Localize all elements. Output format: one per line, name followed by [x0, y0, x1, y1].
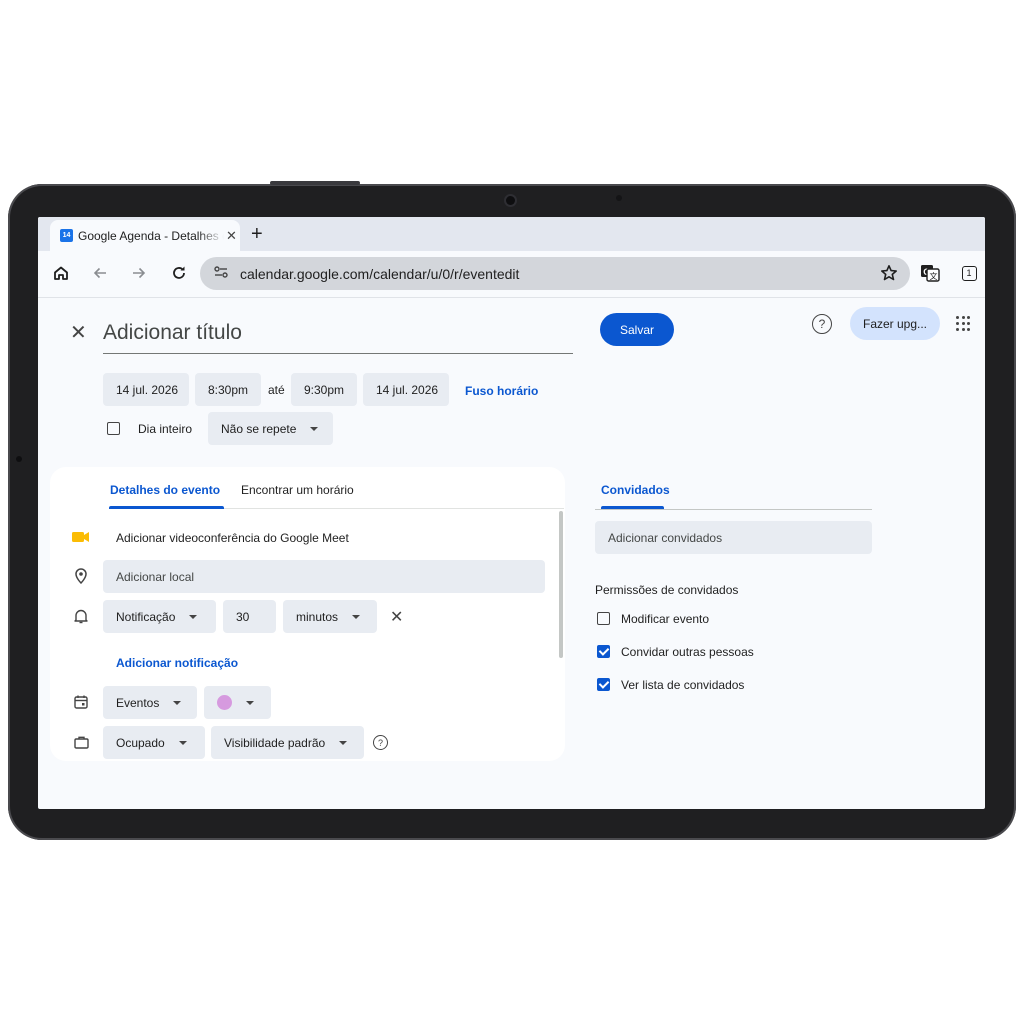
notification-type-dropdown[interactable]: Notificação	[103, 600, 216, 633]
apps-grid-icon[interactable]	[956, 316, 972, 332]
guests-divider	[595, 509, 872, 510]
chevron-down-icon	[173, 700, 182, 705]
url-text: calendar.google.com/calendar/u/0/r/event…	[240, 265, 520, 282]
star-icon[interactable]	[878, 262, 900, 284]
home-icon[interactable]	[50, 262, 72, 284]
active-tab-indicator	[601, 506, 664, 509]
color-dropdown[interactable]	[204, 686, 271, 719]
invite-others-checkbox[interactable]	[597, 645, 610, 658]
calendar-icon	[72, 693, 90, 711]
upgrade-button[interactable]: Fazer upg...	[850, 307, 940, 340]
location-pin-icon	[72, 567, 90, 585]
front-camera	[506, 196, 515, 205]
title-input[interactable]: Adicionar título	[103, 313, 573, 354]
tab-strip: 14 Google Agenda - Detalhes do evento ✕ …	[38, 217, 985, 251]
browser-tab[interactable]: 14 Google Agenda - Detalhes do evento ✕	[50, 220, 240, 251]
chevron-down-icon	[352, 614, 361, 619]
notification-unit-label: minutos	[296, 609, 339, 624]
address-bar[interactable]: calendar.google.com/calendar/u/0/r/event…	[200, 257, 910, 290]
all-day-label: Dia inteiro	[138, 422, 193, 436]
tab-switcher-icon[interactable]: 1	[958, 262, 980, 284]
repeat-label: Não se repete	[221, 421, 297, 436]
chevron-down-icon	[339, 740, 348, 745]
timezone-link[interactable]: Fuso horário	[465, 384, 538, 398]
chevron-down-icon	[178, 740, 187, 745]
save-button[interactable]: Salvar	[600, 313, 674, 346]
scrollbar[interactable]	[559, 511, 563, 658]
help-icon[interactable]: ?	[812, 314, 832, 334]
active-tab-indicator	[109, 506, 224, 509]
light-sensor	[616, 195, 622, 201]
guest-permissions-title: Permissões de convidados	[595, 583, 739, 597]
reload-icon[interactable]	[168, 262, 190, 284]
repeat-dropdown[interactable]: Não se repete	[208, 412, 333, 445]
translate-icon[interactable]: G文	[919, 262, 941, 284]
tab-find-time[interactable]: Encontrar um horário	[241, 483, 354, 497]
close-icon[interactable]: ✕	[70, 320, 87, 345]
add-guests-input[interactable]: Adicionar convidados	[595, 521, 872, 554]
start-date-chip[interactable]: 14 jul. 2026	[103, 373, 189, 406]
see-guest-list-checkbox[interactable]	[597, 678, 610, 691]
event-color-swatch	[217, 695, 232, 710]
video-camera-icon	[72, 528, 90, 546]
briefcase-icon	[72, 733, 90, 751]
notification-type-label: Notificação	[116, 609, 176, 624]
calendar-label: Eventos	[116, 695, 160, 710]
end-time-chip[interactable]: 9:30pm	[291, 373, 357, 406]
calendar-dropdown[interactable]: Eventos	[103, 686, 197, 719]
browser-window: 14 Google Agenda - Detalhes do evento ✕ …	[38, 217, 985, 809]
tab-close-icon[interactable]: ✕	[226, 228, 237, 244]
tab-event-details[interactable]: Detalhes do evento	[110, 483, 220, 497]
end-date-chip[interactable]: 14 jul. 2026	[363, 373, 449, 406]
until-label: até	[268, 383, 285, 397]
power-button	[270, 181, 360, 185]
calendar-favicon-icon: 14	[60, 229, 73, 242]
event-details-card: Detalhes do evento Encontrar um horário …	[50, 467, 565, 761]
modify-event-label: Modificar evento	[621, 612, 710, 626]
tab-count: 1	[961, 265, 977, 281]
forward-icon[interactable]	[128, 262, 150, 284]
help-icon[interactable]: ?	[373, 735, 388, 750]
start-time-chip[interactable]: 8:30pm	[195, 373, 261, 406]
back-icon[interactable]	[89, 262, 111, 284]
chevron-down-icon	[189, 614, 198, 619]
browser-toolbar: calendar.google.com/calendar/u/0/r/event…	[38, 251, 985, 298]
availability-label: Ocupado	[116, 735, 165, 750]
visibility-label: Visibilidade padrão	[224, 735, 326, 750]
site-settings-icon[interactable]	[214, 266, 228, 281]
new-tab-button[interactable]: +	[251, 221, 263, 247]
side-sensor	[16, 456, 22, 462]
notification-value-input[interactable]: 30	[223, 600, 276, 633]
tab-guests[interactable]: Convidados	[601, 483, 670, 497]
modify-event-checkbox[interactable]	[597, 612, 610, 625]
see-guest-list-label: Ver lista de convidados	[621, 678, 745, 692]
bell-icon	[72, 607, 90, 625]
add-notification-link[interactable]: Adicionar notificação	[116, 656, 238, 670]
location-input[interactable]: Adicionar local	[103, 560, 545, 593]
availability-dropdown[interactable]: Ocupado	[103, 726, 205, 759]
invite-others-label: Convidar outras pessoas	[621, 645, 754, 659]
all-day-checkbox[interactable]	[107, 422, 120, 435]
visibility-dropdown[interactable]: Visibilidade padrão	[211, 726, 364, 759]
tab-title: Google Agenda - Detalhes do evento	[78, 228, 224, 243]
notification-unit-dropdown[interactable]: minutos	[283, 600, 377, 633]
chevron-down-icon	[246, 700, 254, 705]
remove-notification-icon[interactable]: ✕	[390, 607, 403, 627]
svg-text:文: 文	[930, 271, 938, 281]
chevron-down-icon	[310, 426, 319, 431]
add-meet-link[interactable]: Adicionar videoconferência do Google Mee…	[116, 531, 349, 545]
